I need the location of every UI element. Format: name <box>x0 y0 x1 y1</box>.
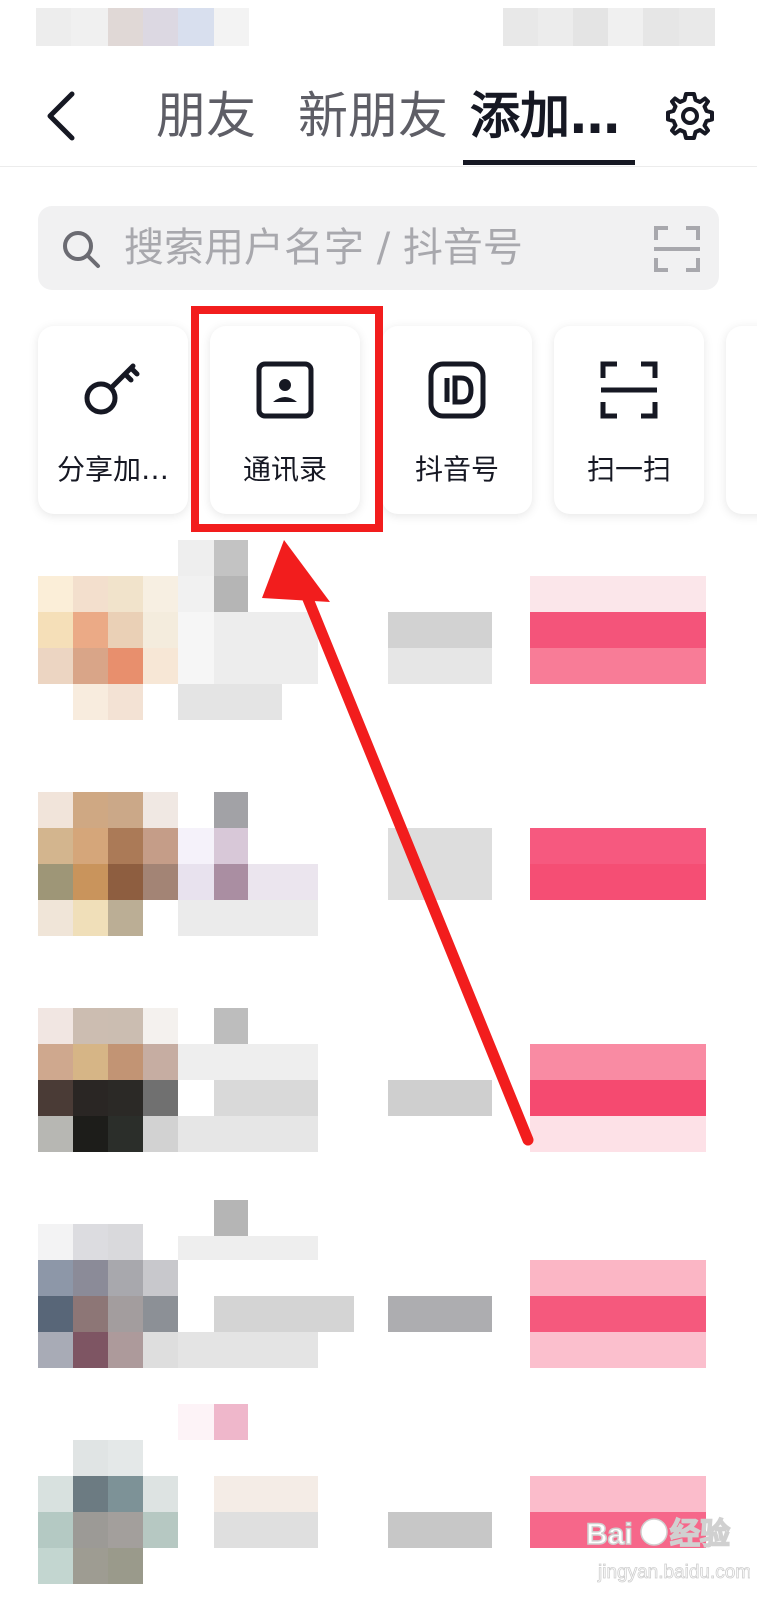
active-tab-indicator <box>463 160 635 165</box>
more-card[interactable] <box>726 326 757 514</box>
list-item[interactable] <box>38 756 720 946</box>
share-add-card[interactable]: 分享加… <box>38 326 188 514</box>
svg-text:Bai: Bai <box>586 1518 633 1551</box>
svg-text:经验: 经验 <box>670 1517 730 1551</box>
scan-icon[interactable] <box>652 224 702 274</box>
list-item[interactable] <box>38 972 720 1162</box>
tab-add-friends[interactable]: 添加… <box>470 84 620 148</box>
settings-button[interactable] <box>664 90 716 142</box>
watermark-url: jingyan.baidu.com <box>597 1562 750 1583</box>
search-input[interactable] <box>124 218 644 278</box>
search-bar[interactable] <box>38 206 719 290</box>
share-add-label: 分享加… <box>56 453 169 486</box>
gear-icon <box>666 92 714 140</box>
list-item[interactable] <box>38 540 720 730</box>
tab-friends[interactable]: 朋友 <box>156 84 256 148</box>
scan-card[interactable]: 扫一扫 <box>554 326 704 514</box>
status-bar <box>0 0 757 50</box>
douyin-id-label: 抖音号 <box>414 453 499 486</box>
key-icon <box>84 363 140 415</box>
back-button[interactable] <box>40 88 84 144</box>
baidu-watermark: Bai 经验 jingyan.baidu.com <box>580 1502 751 1592</box>
chevron-left-icon <box>47 91 75 141</box>
header-divider <box>0 166 757 167</box>
douyin-id-card[interactable]: 抖音号 <box>382 326 532 514</box>
highlight-box <box>191 306 383 532</box>
tab-new-friends[interactable]: 新朋友 <box>298 84 448 148</box>
list-item[interactable] <box>38 1188 720 1378</box>
search-icon <box>63 231 100 268</box>
scan-label: 扫一扫 <box>586 453 671 486</box>
scan-icon <box>600 361 658 419</box>
id-badge-icon <box>428 361 486 419</box>
